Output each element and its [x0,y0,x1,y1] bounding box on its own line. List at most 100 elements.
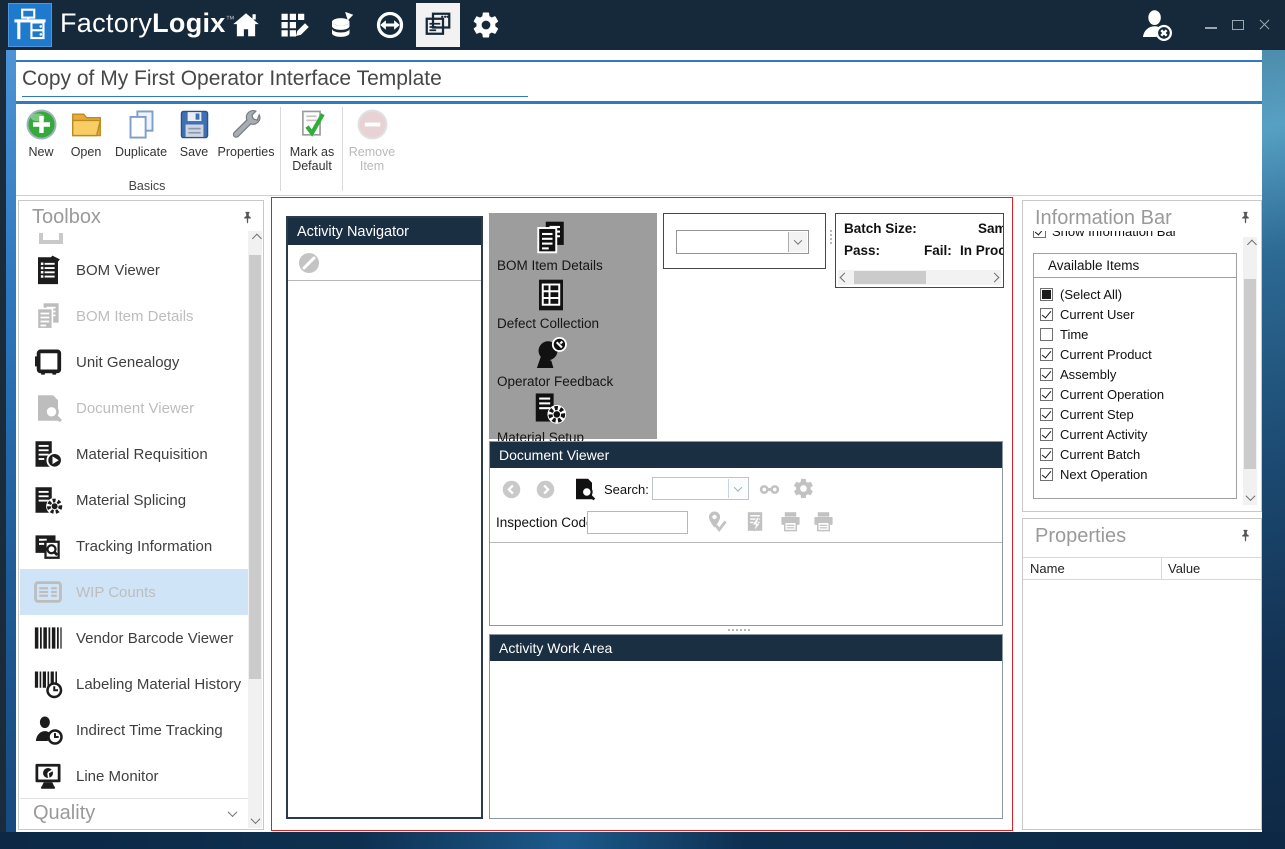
time-checkbox[interactable] [1040,328,1053,341]
nav-data-import-button[interactable] [320,3,364,47]
current-operation-checkbox[interactable] [1040,388,1053,401]
toolbox-item-bom-viewer[interactable]: BOM Viewer [20,247,250,293]
toolbox-item-wip-counts[interactable]: WIP Counts [20,569,250,615]
new-button[interactable]: New [20,108,62,159]
select-all-checkbox[interactable] [1040,288,1053,301]
viewer-settings-gear-icon[interactable] [792,477,815,500]
scroll-up-arrow[interactable] [248,231,262,246]
nav-operator-templates-button[interactable] [416,3,460,47]
current-product-checkbox[interactable] [1040,348,1053,361]
pin-icon[interactable] [241,210,254,225]
back-button[interactable] [501,479,522,500]
minimize-button[interactable] [1203,17,1219,33]
palette-item-bom-item-details[interactable]: BOM Item Details [489,219,657,273]
item-current-operation[interactable]: Current Operation [1034,384,1236,404]
vertical-splitter-handle[interactable] [829,230,833,244]
ribbon-group-label: Basics [16,179,278,193]
toolbox-item-material-requisition[interactable]: Material Requisition [20,431,250,477]
activity-work-area-header: Activity Work Area [490,635,1002,661]
item-current-activity[interactable]: Current Activity [1034,424,1236,444]
pin-icon[interactable] [1239,210,1252,225]
scrollbar-thumb[interactable] [854,271,926,284]
print-icon[interactable] [779,510,802,533]
scroll-down-arrow[interactable] [248,813,262,828]
combo-dropdown-button[interactable] [788,232,807,252]
scroll-right-arrow[interactable] [988,270,1001,285]
scroll-down-arrow[interactable] [1243,490,1257,505]
item-assembly[interactable]: Assembly [1034,364,1236,384]
toolbox-item-line-monitor[interactable]: Line Monitor [20,753,250,799]
toolbox-item-vendor-barcode-viewer[interactable]: Vendor Barcode Viewer [20,615,250,661]
item-current-user[interactable]: Current User [1034,304,1236,324]
show-information-bar-checkbox[interactable] [1033,231,1046,238]
item-current-step[interactable]: Current Step [1034,404,1236,424]
toolbox-item-bom-item-details[interactable]: BOM Item Details [20,293,250,339]
toolbox-item-tracking-information[interactable]: Tracking Information [20,523,250,569]
toolbox-scrollbar[interactable] [248,231,262,828]
user-logout-icon [1139,8,1173,42]
item-next-operation[interactable]: Next Operation [1034,464,1236,484]
sync-circle-icon [375,10,405,40]
toolbox-section-quality[interactable]: Quality [20,798,250,828]
user-logout-button[interactable] [1136,5,1176,45]
nav-home-button[interactable] [224,3,268,47]
information-bar-scrollbar[interactable] [1243,237,1257,505]
document-search-icon[interactable] [572,477,596,501]
assembly-checkbox[interactable] [1040,368,1053,381]
search-combobox[interactable] [652,477,749,500]
value-column-header[interactable]: Value [1168,561,1200,576]
duplicate-button[interactable]: Duplicate [110,108,172,159]
toolbox-item-unit-genealogy[interactable]: Unit Genealogy [20,339,250,385]
nav-settings-button[interactable] [464,3,508,47]
current-activity-checkbox[interactable] [1040,428,1053,441]
find-binoculars-icon[interactable] [758,478,781,501]
toolbox-item-material-splicing[interactable]: Material Splicing [20,477,250,523]
palette-item-defect-collection[interactable]: Defect Collection [489,277,657,331]
column-divider[interactable] [1161,558,1162,579]
ribbon-separator [342,107,343,191]
template-title-field[interactable]: Copy of My First Operator Interface Temp… [22,67,528,97]
nav-distribution-button[interactable] [368,3,412,47]
palette-item-material-setup[interactable]: Material Setup [489,391,657,445]
name-column-header[interactable]: Name [1030,561,1065,576]
maximize-button[interactable] [1230,17,1246,33]
item-current-batch[interactable]: Current Batch [1034,444,1236,464]
information-bar-panel: Information Bar Show Information Bar Ava… [1022,200,1262,512]
open-folder-icon [70,108,103,141]
current-batch-checkbox[interactable] [1040,448,1053,461]
nav-plan-button[interactable] [272,3,316,47]
inspection-code-input[interactable] [587,511,688,534]
item-current-product[interactable]: Current Product [1034,344,1236,364]
flash-document-icon[interactable] [744,510,767,533]
batch-horizontal-scrollbar[interactable] [838,270,1001,285]
properties-button[interactable]: Properties [216,108,276,159]
horizontal-splitter-handle[interactable] [728,628,750,632]
remove-item-button[interactable]: Remove Item [348,108,396,174]
scrollbar-thumb[interactable] [249,255,261,679]
toolbox-item-document-viewer[interactable]: Document Viewer [20,385,250,431]
close-button[interactable] [1257,17,1273,33]
current-step-checkbox[interactable] [1040,408,1053,421]
open-button[interactable]: Open [64,108,108,159]
scrollbar-thumb[interactable] [1244,279,1256,469]
item-time[interactable]: Time [1034,324,1236,344]
toolbox-item-labeling-material-history[interactable]: Labeling Material History [20,661,250,707]
mark-as-default-button[interactable]: Mark as Default [286,108,338,174]
toolbox-item-indirect-time-tracking[interactable]: Indirect Time Tracking [20,707,250,753]
scroll-left-arrow[interactable] [838,270,851,285]
print-all-icon[interactable] [812,510,835,533]
widget-combobox[interactable] [676,230,809,254]
show-information-bar-row[interactable]: Show Information Bar [1033,231,1235,241]
factorylogix-window: FactoryLogix™ Copy of My First Operator … [0,0,1285,849]
item-select-all[interactable]: (Select All) [1034,284,1236,304]
combo-dropdown-button[interactable] [728,479,747,498]
forward-button[interactable] [535,479,556,500]
properties-wrench-icon [230,108,263,141]
scroll-up-arrow[interactable] [1243,237,1257,252]
save-button[interactable]: Save [174,108,214,159]
palette-item-operator-feedback[interactable]: Operator Feedback [489,335,657,389]
next-operation-checkbox[interactable] [1040,468,1053,481]
pin-check-icon[interactable] [705,510,729,534]
pin-icon[interactable] [1239,528,1252,543]
current-user-checkbox[interactable] [1040,308,1053,321]
